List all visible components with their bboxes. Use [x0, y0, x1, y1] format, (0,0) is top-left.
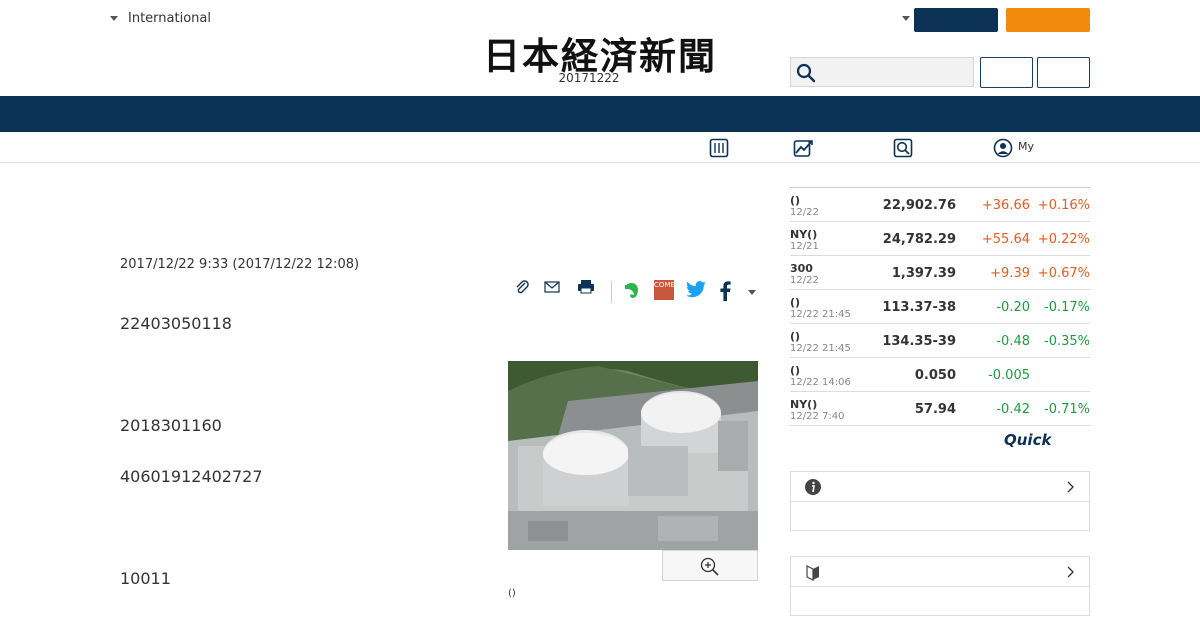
market-time: 12/22 7:40: [790, 411, 845, 422]
zoom-in-icon: [700, 557, 719, 576]
edition-date: 20171222: [558, 71, 620, 85]
article-paragraph-2: 2018301160: [120, 416, 222, 435]
my-label[interactable]: My: [1018, 140, 1034, 153]
beginner-panel: [790, 556, 1090, 616]
market-change: -0.42: [996, 402, 1030, 417]
article-paragraph-1: 22403050118: [120, 314, 232, 333]
market-time: 12/22 21:45: [790, 309, 851, 320]
chevron-right-icon: [1067, 566, 1074, 578]
header-subscribe-button[interactable]: [1006, 8, 1090, 32]
site-header: International 日本経済新聞 20171222: [0, 0, 1200, 96]
search-icon: [796, 63, 816, 83]
evernote-icon[interactable]: [622, 280, 642, 300]
international-selector[interactable]: International: [110, 11, 211, 26]
market-time: 12/22: [790, 275, 819, 286]
chevron-right-icon: [1067, 481, 1074, 493]
market-value: 22,902.76: [882, 198, 956, 213]
search-input[interactable]: [790, 57, 974, 87]
article-photo[interactable]: [508, 361, 758, 550]
market-value: 134.35-39: [882, 334, 956, 349]
header-login-button[interactable]: [914, 8, 998, 32]
newspaper-icon[interactable]: [709, 138, 729, 158]
header-outline-button-2[interactable]: [1037, 57, 1090, 88]
beginner-panel-header[interactable]: [791, 557, 1089, 587]
market-change: +55.64: [981, 232, 1030, 247]
market-change: -0.20: [996, 300, 1030, 315]
info-icon: [805, 479, 821, 495]
market-data-table: () 12/22 22,902.76 +36.66 +0.16% NY() 12…: [790, 187, 1090, 426]
market-percent: -0.35%: [1044, 334, 1090, 349]
market-row[interactable]: 300 12/22 1,397.39 +9.39 +0.67%: [790, 256, 1090, 290]
market-change: +9.39: [990, 266, 1030, 281]
market-row[interactable]: NY() 12/21 24,782.29 +55.64 +0.22%: [790, 222, 1090, 256]
quick-logo[interactable]: Quick: [1004, 431, 1051, 449]
market-change: +36.66: [981, 198, 1030, 213]
user-profile-icon[interactable]: [993, 138, 1013, 158]
market-name: (): [790, 364, 801, 377]
market-value: 24,782.29: [882, 232, 956, 247]
market-time: 12/22: [790, 207, 819, 218]
article-paragraph-4: 10011: [120, 569, 171, 588]
photo-zoom-button[interactable]: [662, 550, 758, 581]
clip-icon[interactable]: [514, 279, 530, 295]
market-row[interactable]: NY() 12/22 7:40 57.94 -0.42 -0.71%: [790, 392, 1090, 426]
market-value: 0.050: [914, 368, 956, 383]
market-value: 113.37-38: [882, 300, 956, 315]
market-percent: +0.22%: [1037, 232, 1090, 247]
market-time: 12/22 14:06: [790, 377, 851, 388]
market-row[interactable]: () 12/22 21:45 134.35-39 -0.48 -0.35%: [790, 324, 1090, 358]
market-row[interactable]: () 12/22 22,902.76 +36.66 +0.16%: [790, 188, 1090, 222]
article-paragraph-3: 40601912402727: [120, 467, 263, 486]
market-change: -0.48: [996, 334, 1030, 349]
market-value: 57.94: [914, 402, 956, 417]
facebook-icon[interactable]: [719, 281, 731, 301]
market-chart-icon[interactable]: [793, 138, 815, 158]
header-outline-button-1[interactable]: [980, 57, 1033, 88]
market-change: -0.005: [988, 368, 1030, 383]
market-percent: -0.71%: [1044, 402, 1090, 417]
market-name: (): [790, 330, 801, 343]
more-share-icon[interactable]: [748, 290, 756, 295]
market-value: 1,397.39: [891, 266, 956, 281]
account-caret-icon[interactable]: [902, 16, 910, 21]
twitter-icon[interactable]: [685, 281, 707, 299]
search-news-icon[interactable]: [893, 138, 913, 158]
print-icon[interactable]: [577, 279, 595, 295]
market-name: NY(): [790, 228, 818, 241]
market-name: (): [790, 194, 801, 207]
market-time: 12/21: [790, 241, 819, 252]
market-percent: +0.67%: [1037, 266, 1090, 281]
market-percent: +0.16%: [1037, 198, 1090, 213]
market-name: NY(): [790, 398, 818, 411]
share-separator: [611, 281, 612, 303]
market-time: 12/22 21:45: [790, 343, 851, 354]
nuclear-plant-image: [508, 361, 758, 550]
mail-icon[interactable]: [544, 279, 560, 295]
market-row[interactable]: () 12/22 14:06 0.050 -0.005: [790, 358, 1090, 392]
market-name: 300: [790, 262, 813, 275]
come-text: COME: [654, 281, 675, 289]
beginner-mark-icon: [806, 565, 819, 581]
caret-down-icon: [110, 16, 118, 21]
info-panel-header[interactable]: [791, 472, 1089, 502]
main-navbar: [0, 96, 1200, 132]
market-row[interactable]: () 12/22 21:45 113.37-38 -0.20 -0.17%: [790, 290, 1090, 324]
article-timestamp: 2017/12/22 9:33 (2017/12/22 12:08): [120, 257, 360, 272]
market-name: (): [790, 296, 801, 309]
come-icon[interactable]: COME: [654, 280, 675, 300]
market-percent: -0.17%: [1044, 300, 1090, 315]
photo-caption: (): [508, 588, 516, 599]
international-label: International: [128, 11, 211, 26]
sub-navigation: My: [0, 132, 1200, 163]
info-panel: [790, 471, 1090, 531]
